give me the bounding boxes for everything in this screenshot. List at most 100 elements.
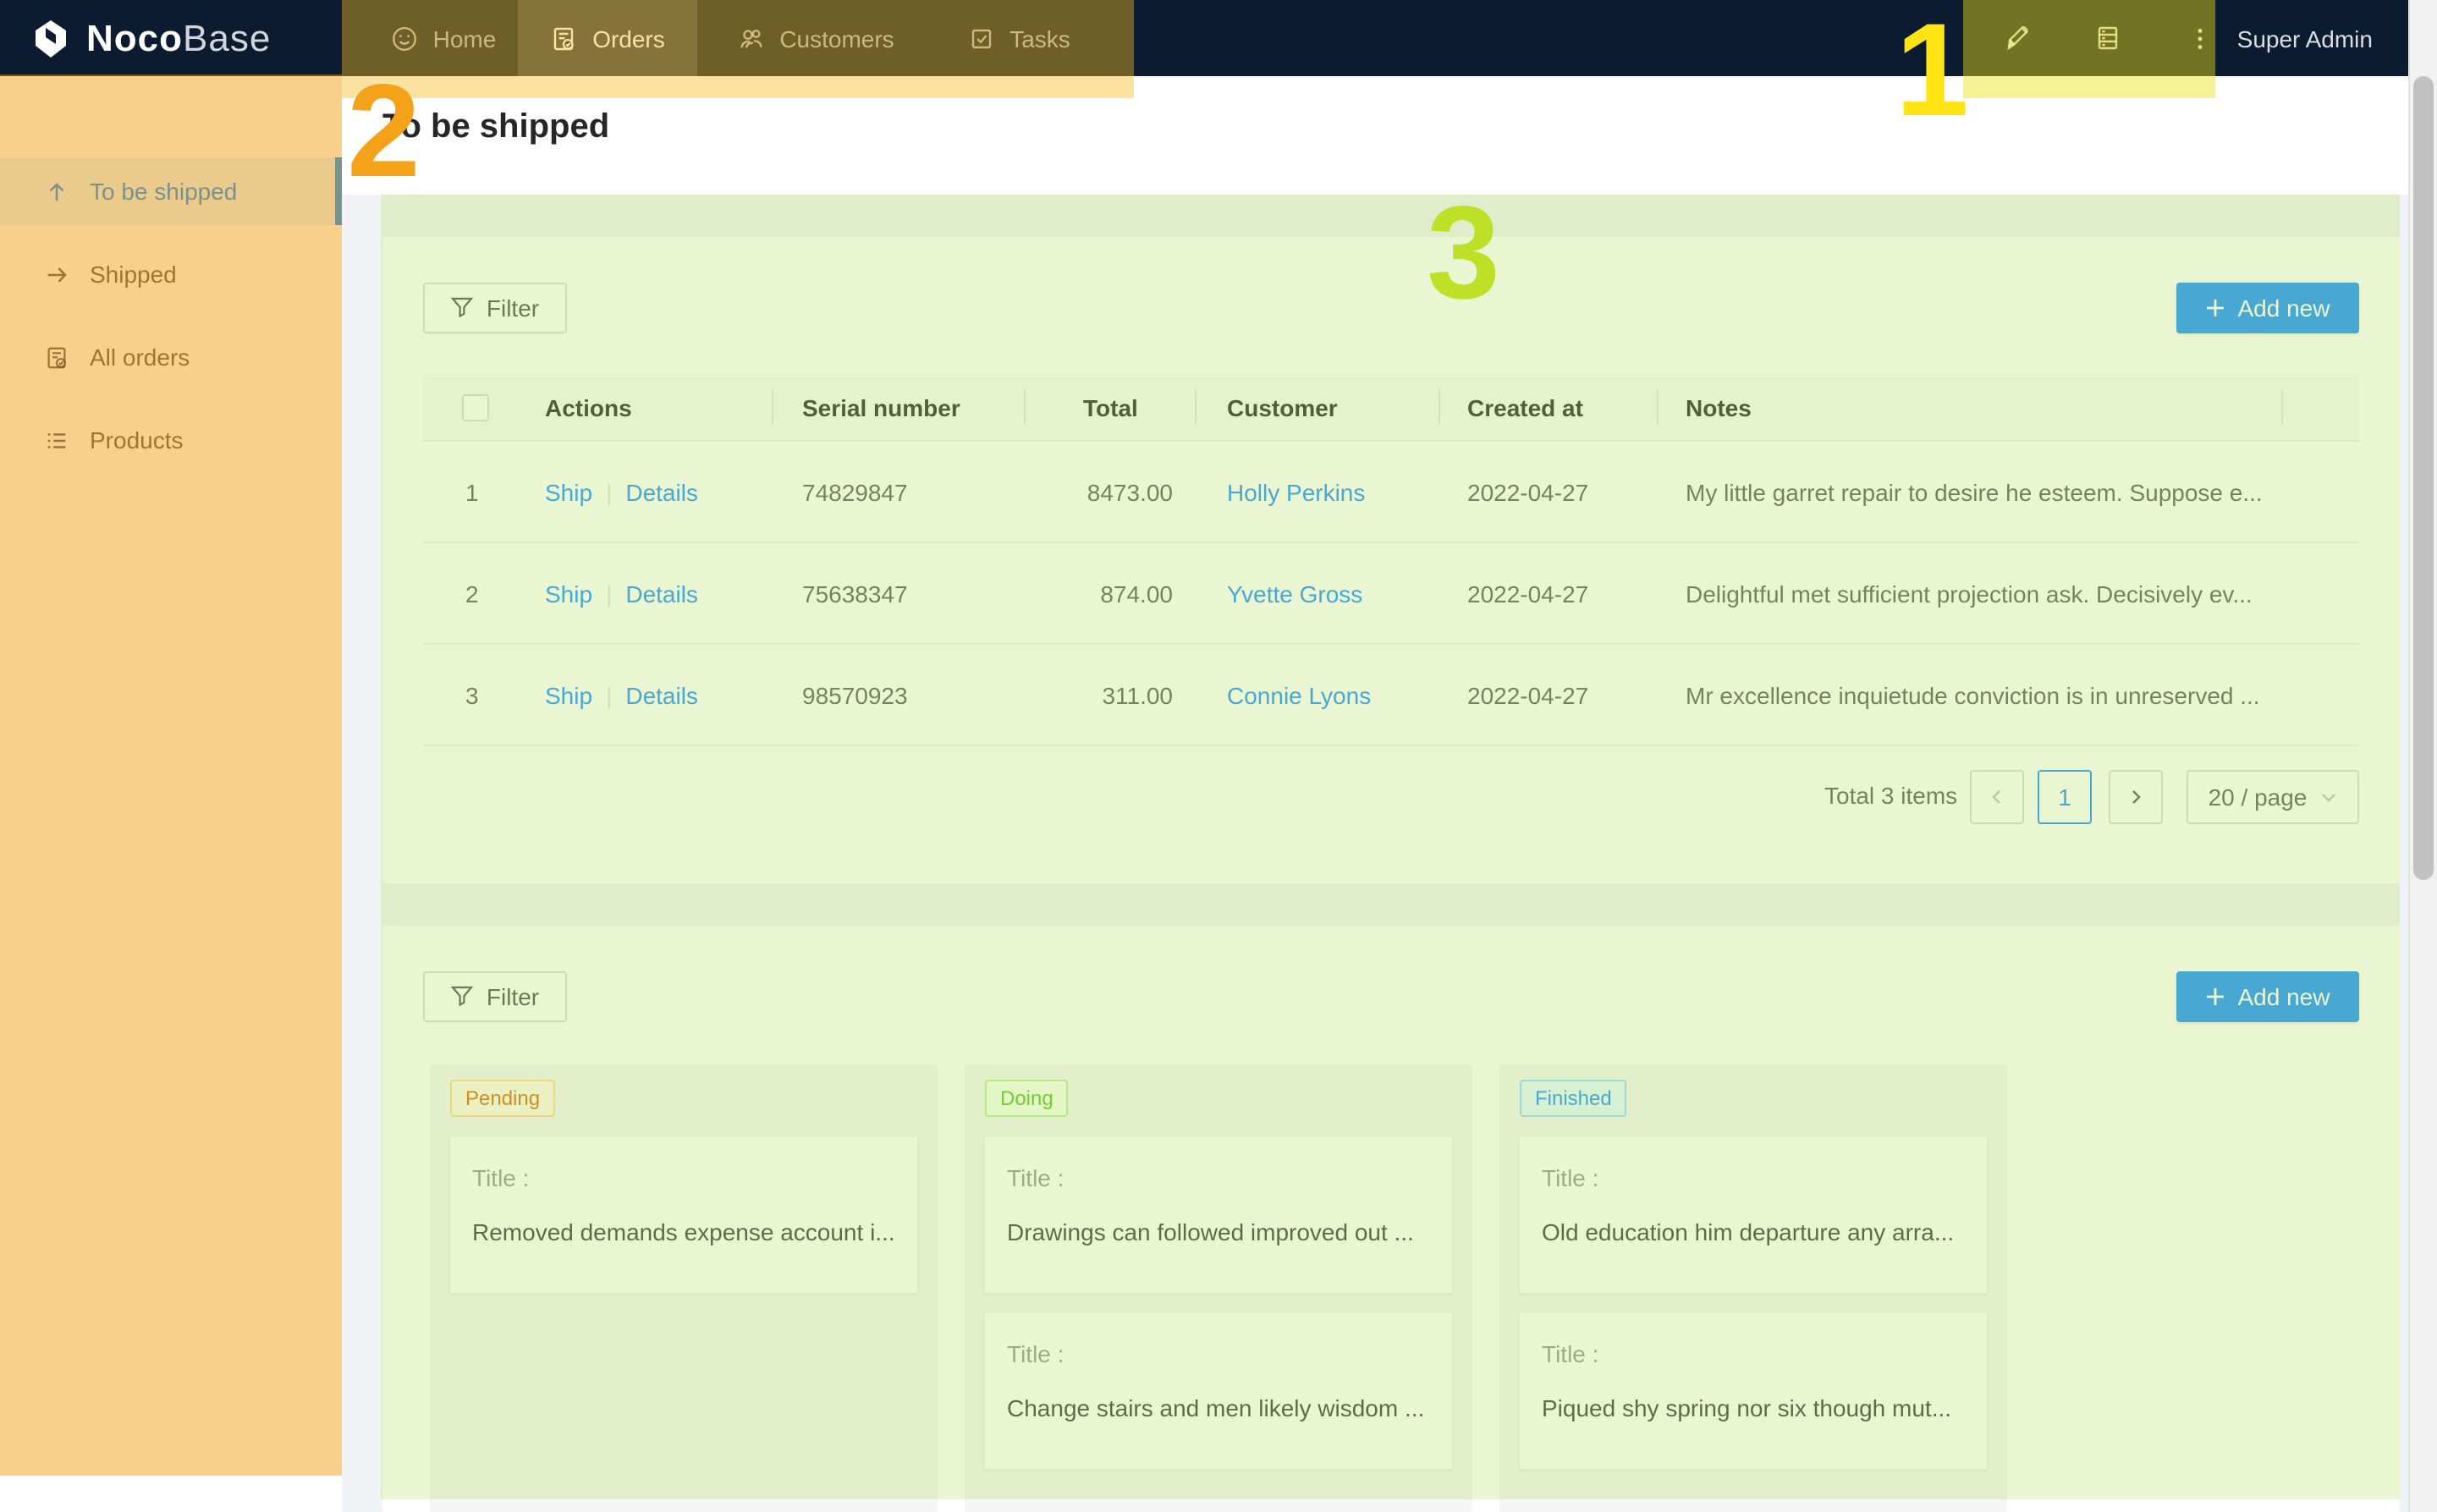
page-header: To be shipped	[342, 76, 2408, 195]
kanban-card[interactable]: Title : Piqued shy spring nor six though…	[1520, 1313, 1987, 1469]
notes-cell: My little garret repair to desire he est…	[1686, 442, 2312, 542]
tasks-kanban-card: Filter Add new Pending Title : Removed d…	[382, 926, 2400, 1512]
tasks-add-new-button[interactable]: Add new	[2176, 971, 2359, 1022]
tab-label: Orders	[592, 25, 665, 52]
kanban-card[interactable]: Title : Removed demands expense account …	[450, 1137, 917, 1293]
page-size-select[interactable]: 20 / page	[2187, 770, 2359, 824]
ship-link[interactable]: Ship	[545, 580, 592, 607]
plugins-rows-icon[interactable]	[2066, 0, 2148, 76]
user-name: Super Admin	[2237, 25, 2373, 52]
kanban-card[interactable]: Title : Old education him departure any …	[1520, 1137, 1987, 1293]
select-all-checkbox[interactable]	[462, 393, 489, 421]
filter-funnel-icon	[451, 985, 475, 1009]
tasks-filter-button[interactable]: Filter	[423, 971, 567, 1022]
col-header-notes: Notes	[1686, 374, 1752, 440]
table-row: 1 Ship | Details 74829847 8473.00 Holly …	[423, 442, 2359, 543]
row-number: 2	[465, 543, 479, 643]
plus-icon	[2206, 298, 2226, 318]
notes-cell: Mr excellence inquietude conviction is i…	[1686, 645, 2312, 745]
tab-label: Customers	[779, 25, 894, 52]
filter-label: Filter	[487, 294, 539, 322]
list-icon	[44, 427, 69, 453]
field-label: Title :	[472, 1164, 529, 1191]
customer-link[interactable]: Holly Perkins	[1227, 442, 1365, 542]
kanban-card[interactable]: Title : Change stairs and men likely wis…	[985, 1313, 1452, 1469]
col-header-created: Created at	[1467, 374, 1583, 440]
pagination-next-button[interactable]	[2109, 770, 2163, 824]
row-actions: Ship | Details	[545, 543, 698, 643]
action-separator: |	[606, 478, 612, 505]
ship-link[interactable]: Ship	[545, 681, 592, 708]
serial-cell: 75638347	[802, 543, 908, 643]
sidebar-item-label: All orders	[90, 344, 190, 371]
row-number: 1	[465, 442, 479, 542]
field-value: Change stairs and men likely wisdom ...	[1007, 1394, 1439, 1421]
ui-editor-highlighter-icon[interactable]	[1978, 0, 2060, 76]
total-cell: 311.00	[1024, 645, 1173, 745]
sidebar-item-all-orders[interactable]: All orders	[0, 323, 342, 391]
table-header-row: Actions Serial number Total Customer Cre…	[423, 374, 2359, 442]
field-label: Title :	[1542, 1340, 1598, 1367]
ship-link[interactable]: Ship	[545, 478, 592, 505]
created-cell: 2022-04-27	[1467, 543, 1588, 643]
col-header-customer: Customer	[1227, 374, 1338, 440]
tab-home[interactable]: Home	[369, 0, 518, 76]
page-title: To be shipped	[382, 108, 609, 147]
row-number: 3	[465, 645, 479, 745]
col-header-actions: Actions	[545, 374, 632, 440]
action-separator: |	[606, 580, 612, 607]
pagination-prev-button[interactable]	[1970, 770, 2024, 824]
chevron-left-icon	[1989, 789, 2005, 805]
col-header-total: Total	[1083, 374, 1138, 440]
customer-link[interactable]: Yvette Gross	[1227, 543, 1362, 643]
sidebar-item-shipped[interactable]: Shipped	[0, 240, 342, 308]
nocobase-logo[interactable]: NocoBase	[30, 0, 271, 76]
arrow-right-icon	[44, 261, 69, 287]
orders-filter-button[interactable]: Filter	[423, 283, 567, 333]
more-menu-icon[interactable]	[2159, 0, 2241, 76]
pagination-page-1[interactable]: 1	[2038, 770, 2092, 824]
notes-cell: Delightful met sufficient projection ask…	[1686, 543, 2312, 643]
field-value: Drawings can followed improved out ...	[1007, 1218, 1439, 1245]
customer-link[interactable]: Connie Lyons	[1227, 645, 1371, 745]
people-icon	[737, 25, 764, 52]
user-menu[interactable]: Super Admin	[2237, 0, 2373, 76]
field-label: Title :	[1542, 1164, 1598, 1191]
page-scrollbar	[2408, 0, 2437, 1512]
field-label: Title :	[1007, 1340, 1064, 1367]
logo-text: NocoBase	[86, 16, 271, 60]
sidebar-item-label: Shipped	[90, 261, 177, 288]
plus-icon	[2206, 987, 2226, 1007]
tab-orders[interactable]: Orders	[518, 0, 697, 76]
serial-cell: 74829847	[802, 442, 908, 542]
field-value: Old education him departure any arra...	[1542, 1218, 1973, 1245]
content-area: Filter Add new Actions Serial number Tot…	[342, 195, 2408, 1512]
tab-tasks[interactable]: Tasks	[941, 0, 1097, 76]
scrollbar-thumb[interactable]	[2413, 76, 2434, 880]
tab-label: Home	[433, 25, 497, 52]
details-link[interactable]: Details	[625, 580, 698, 607]
kanban-card[interactable]: Title : Drawings can followed improved o…	[985, 1137, 1452, 1293]
smiley-icon	[391, 25, 418, 52]
row-actions: Ship | Details	[545, 645, 698, 745]
screenshot: NocoBase Home	[0, 0, 2437, 1512]
total-cell: 874.00	[1024, 543, 1173, 643]
details-link[interactable]: Details	[625, 681, 698, 708]
order-doc-icon	[550, 25, 577, 52]
kanban-column-pending: Pending Title : Removed demands expense …	[430, 1064, 938, 1512]
add-new-label: Add new	[2238, 983, 2330, 1010]
col-header-serial: Serial number	[802, 374, 960, 440]
sidebar-item-products[interactable]: Products	[0, 406, 342, 474]
row-actions: Ship | Details	[545, 442, 698, 542]
orders-table: Actions Serial number Total Customer Cre…	[423, 374, 2359, 746]
sidebar-item-to-be-shipped[interactable]: To be shipped	[0, 157, 342, 225]
chevron-down-icon	[2320, 789, 2337, 805]
field-value: Piqued shy spring nor six though mut...	[1542, 1394, 1973, 1421]
tab-customers[interactable]: Customers	[711, 0, 921, 76]
orders-add-new-button[interactable]: Add new	[2176, 283, 2359, 333]
orders-table-card: Filter Add new Actions Serial number Tot…	[382, 237, 2400, 883]
tab-label: Tasks	[1009, 25, 1070, 52]
details-link[interactable]: Details	[625, 478, 698, 505]
sidebar-item-label: To be shipped	[90, 178, 237, 205]
kanban-column-doing: Doing Title : Drawings can followed impr…	[965, 1064, 1472, 1512]
